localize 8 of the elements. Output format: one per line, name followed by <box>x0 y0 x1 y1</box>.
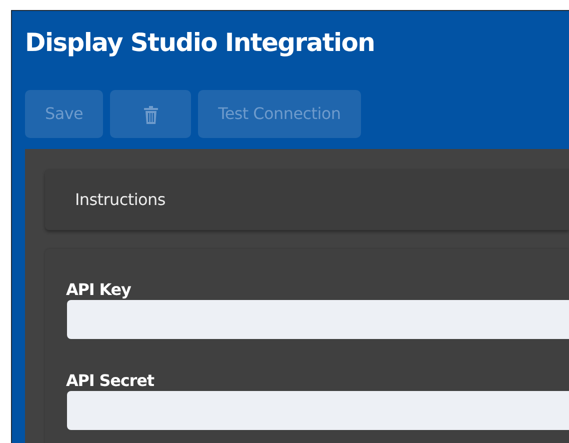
field-label: API Secret <box>66 372 156 390</box>
trash-icon <box>144 106 158 124</box>
page-title: Display Studio Integration <box>25 27 376 59</box>
input-field[interactable] <box>67 300 569 339</box>
field-label: API Key <box>66 281 132 299</box>
instructions-heading: Instructions <box>75 188 166 210</box>
input-field[interactable] <box>67 391 569 430</box>
instructions-panel[interactable]: Instructions <box>45 169 569 230</box>
